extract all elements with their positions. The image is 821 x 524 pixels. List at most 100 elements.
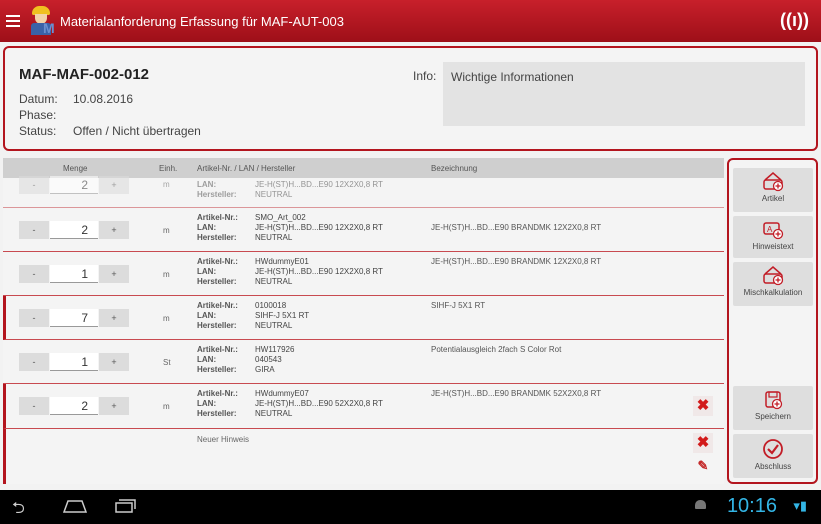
hersteller-label: Hersteller: [197,233,237,242]
increase-button[interactable]: + [99,176,129,194]
hersteller-value: NEUTRAL [255,190,293,199]
lan-label: LAN: [197,399,217,408]
increase-button[interactable]: + [99,309,129,327]
quantity-stepper: - 1 + [19,265,129,283]
svg-text:A: A [767,225,773,234]
quantity-value[interactable]: 2 [50,397,98,415]
home-icon[interactable] [62,499,88,518]
table-row[interactable]: - 2 + m LAN: JE-H(ST)H...BD...E90 12X2X0,… [3,166,724,208]
info-field[interactable]: Wichtige Informationen [443,62,805,126]
hersteller-value: GIRA [255,365,275,374]
unit-value: St [163,358,171,367]
document-id: MAF-MAF-002-012 [19,66,150,83]
table-row[interactable]: - 2 + m Artikel-Nr.: SMO_Art_002 LAN: JE-H… [3,208,724,252]
artikel-label: Artikel-Nr.: [197,389,238,398]
app-title: Materialanforderung Erfassung für MAF-AU… [60,13,344,29]
info-label: Info: [413,69,437,83]
hinweistext-button[interactable]: A Hinweistext [733,216,813,258]
lan-label: LAN: [197,311,217,320]
status-label: Status: [19,124,57,138]
unit-value: m [163,314,170,323]
quantity-value[interactable]: 7 [50,309,98,327]
mischkalkulation-button[interactable]: Mischkalkulation [733,262,813,306]
sync-antenna-icon[interactable]: ((ı)) [780,10,809,31]
speichern-button[interactable]: Speichern [733,386,813,430]
hersteller-label: Hersteller: [197,365,237,374]
delete-row-icon[interactable]: ✖ [693,396,713,416]
bezeichnung-value: SIHF-J 5X1 RT [431,301,486,310]
hersteller-label: Hersteller: [197,277,237,286]
lan-value: JE-H(ST)H...BD...E90 12X2X0,8 RT [255,223,383,232]
decrease-button[interactable]: - [19,221,49,239]
unit-value: m [163,180,170,189]
wifi-battery-icon: ▾▮ [793,498,807,513]
quantity-stepper: - 1 + [19,353,129,371]
document-header-card: MAF-MAF-002-012 Datum: 10.08.2016 Phase: … [3,46,818,151]
android-debug-icon [695,500,706,509]
edit-note-icon[interactable]: ✎ [693,456,713,476]
unit-value: m [163,402,170,411]
status-value: Offen / Nicht übertragen [73,124,201,138]
delete-note-icon[interactable]: ✖ [693,433,713,453]
phase-label: Phase: [19,108,57,122]
table-row[interactable]: - 1 + St Artikel-Nr.: HW117926 LAN: 040543… [3,340,724,384]
hersteller-value: NEUTRAL [255,409,293,418]
mischkalkulation-button-label: Mischkalkulation [743,288,803,297]
artikel-value: HWdummyE07 [255,389,309,398]
clock: 10:16 [726,495,777,517]
decrease-button[interactable]: - [19,176,49,194]
note-row[interactable]: Neuer Hinweis ✖ ✎ [3,429,724,484]
artikel-button-label: Artikel [761,194,785,203]
back-icon[interactable]: ⮌ [12,497,25,524]
phase-line: Phase: [19,108,73,122]
abschluss-button[interactable]: Abschluss [733,434,813,478]
lan-value: JE-H(ST)H...BD...E90 12X2X0,8 RT [255,267,383,276]
bezeichnung-value: JE-H(ST)H...BD...E90 BRANDMK 52X2X0,8 RT [431,389,602,398]
quantity-value[interactable]: 2 [50,221,98,239]
increase-button[interactable]: + [99,265,129,283]
quantity-stepper: - 2 + [19,397,129,415]
hersteller-label: Hersteller: [197,190,237,199]
hersteller-value: NEUTRAL [255,321,293,330]
recent-apps-icon[interactable] [114,499,136,518]
decrease-button[interactable]: - [19,397,49,415]
hinweistext-button-label: Hinweistext [752,242,794,251]
hersteller-label: Hersteller: [197,321,237,330]
artikel-value: HWdummyE01 [255,257,309,266]
quantity-value[interactable]: 1 [50,353,98,371]
article-fields: Artikel-Nr.: 0100018 LAN: SIHF-J 5X1 RT He… [197,301,309,331]
action-panel: Artikel A Hinweistext Mischkalkulation S… [727,158,818,484]
table-row[interactable]: - 2 + m Artikel-Nr.: HWdummyE07 LAN: JE-H(… [3,384,724,429]
decrease-button[interactable]: - [19,353,49,371]
material-table: Menge Einh. Artikel-Nr. / LAN / Herstell… [3,158,724,484]
quantity-value[interactable]: 1 [50,265,98,283]
decrease-button[interactable]: - [19,309,49,327]
decrease-button[interactable]: - [19,265,49,283]
datum-value: 10.08.2016 [73,92,134,106]
note-add-icon: A [763,222,784,240]
lan-label: LAN: [197,355,217,364]
system-navigation-bar: ⮌ 10:16 ▾▮ [0,490,821,524]
lan-value: JE-H(ST)H...BD...E90 52X2X0,8 RT [255,399,383,408]
artikel-label: Artikel-Nr.: [197,257,238,266]
datum-line: Datum: 10.08.2016 [19,92,133,106]
quantity-value[interactable]: 2 [50,176,98,194]
lan-label: LAN: [197,267,217,276]
increase-button[interactable]: + [99,397,129,415]
artikel-button[interactable]: Artikel [733,168,813,212]
table-row[interactable]: - 7 + m Artikel-Nr.: 0100018 LAN: SIHF-J 5… [3,296,724,340]
basket-mix-icon [763,266,784,286]
table-row[interactable]: - 1 + m Artikel-Nr.: HWdummyE01 LAN: JE-H(… [3,252,724,296]
lan-label: LAN: [197,223,217,232]
app-title-bar: M Materialanforderung Erfassung für MAF-… [0,0,821,42]
artikel-value: 0100018 [255,301,287,310]
bezeichnung-value: Potentialausgleich 2fach S Color Rot [431,345,562,354]
increase-button[interactable]: + [99,353,129,371]
basket-add-icon [763,172,784,192]
hamburger-menu-icon[interactable] [6,15,20,27]
increase-button[interactable]: + [99,221,129,239]
bezeichnung-value: JE-H(ST)H...BD...E90 BRANDMK 12X2X0,8 RT [431,223,602,232]
abschluss-button-label: Abschluss [754,462,792,471]
checkmark-circle-icon [763,439,783,459]
hersteller-label: Hersteller: [197,409,237,418]
